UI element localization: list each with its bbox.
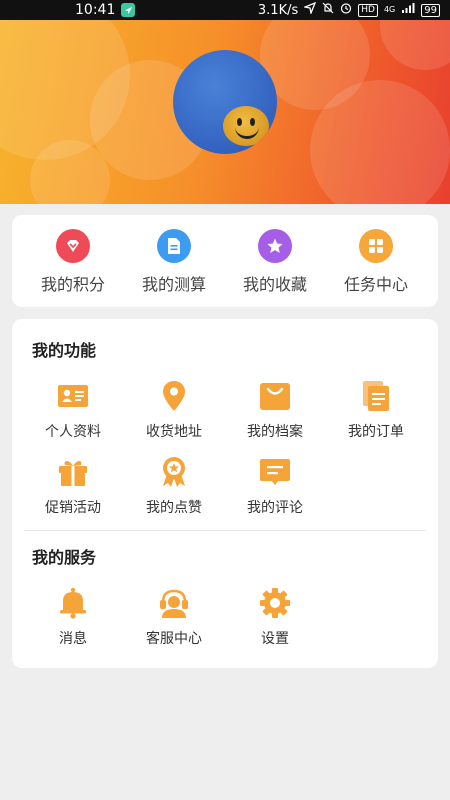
- comment-icon: [258, 455, 292, 489]
- star-icon: [258, 229, 292, 263]
- quick-label: 我的测算: [141, 275, 206, 294]
- function-item-comments[interactable]: 我的评论: [225, 455, 325, 517]
- status-time: 10:41: [75, 2, 116, 18]
- headset-icon: [157, 586, 191, 620]
- network-speed: 3.1K/s: [257, 2, 299, 18]
- profile-header: [0, 20, 450, 204]
- section-divider: [24, 530, 426, 531]
- service-label: 消息: [59, 631, 87, 647]
- service-item-messages[interactable]: 消息: [23, 586, 123, 648]
- quick-label: 我的收藏: [242, 275, 307, 294]
- award-ribbon-icon: [157, 455, 191, 489]
- header-bokeh: [310, 80, 450, 204]
- status-bar: 10:41 3.1K/s HD 4G 99: [0, 0, 450, 20]
- function-item-address[interactable]: 收货地址: [124, 379, 224, 441]
- function-item-orders[interactable]: 我的订单: [326, 379, 426, 441]
- quick-label: 我的积分: [40, 275, 105, 294]
- gift-icon: [56, 455, 90, 489]
- function-label: 我的订单: [348, 424, 404, 440]
- function-item-profile[interactable]: 个人资料: [23, 379, 123, 441]
- battery-indicator: 99: [421, 3, 440, 17]
- shopping-bag-icon: [258, 379, 292, 413]
- bell-icon: [56, 586, 90, 620]
- function-label: 收货地址: [146, 424, 202, 440]
- header-bokeh: [380, 20, 450, 70]
- function-label: 我的点赞: [146, 500, 202, 516]
- navigation-icon: [121, 3, 136, 17]
- service-item-settings[interactable]: 设置: [225, 586, 325, 648]
- function-item-archive[interactable]: 我的档案: [225, 379, 325, 441]
- quick-item-task-center[interactable]: 任务中心: [326, 229, 426, 295]
- quick-label: 任务中心: [343, 275, 408, 294]
- quick-item-favorites[interactable]: 我的收藏: [225, 229, 325, 295]
- signal-icon: [401, 2, 415, 18]
- documents-icon: [359, 379, 393, 413]
- quick-item-calculation[interactable]: 我的测算: [124, 229, 224, 295]
- function-label: 个人资料: [45, 424, 101, 440]
- smiley-icon: [223, 106, 269, 146]
- location-arrow-icon: [302, 1, 317, 18]
- grid-icon: [359, 229, 393, 263]
- quick-item-points[interactable]: 我的积分: [23, 229, 123, 295]
- document-icon: [157, 229, 191, 263]
- service-label: 客服中心: [146, 631, 202, 647]
- network-type: 4G: [383, 5, 396, 14]
- service-label: 设置: [261, 631, 289, 647]
- location-pin-icon: [157, 379, 191, 413]
- functions-card: 我的功能 个人资料 收货地址 我的档案 我的订单 促销活动 我的点赞 我的评论 …: [12, 319, 438, 668]
- services-title: 我的服务: [32, 548, 97, 567]
- function-label: 我的档案: [247, 424, 303, 440]
- mute-bell-icon: [322, 2, 334, 18]
- functions-title: 我的功能: [32, 341, 97, 360]
- function-label: 我的评论: [247, 500, 303, 516]
- avatar[interactable]: [173, 50, 277, 154]
- function-label: 促销活动: [45, 500, 101, 516]
- id-card-icon: [56, 379, 90, 413]
- alarm-icon: [340, 2, 352, 18]
- hd-badge: HD: [358, 3, 378, 17]
- function-item-likes[interactable]: 我的点赞: [124, 455, 224, 517]
- function-item-promotions[interactable]: 促销活动: [23, 455, 123, 517]
- service-item-customer-service[interactable]: 客服中心: [124, 586, 224, 648]
- points-icon: [56, 229, 90, 263]
- settings-icon: [258, 586, 292, 620]
- quick-actions-card: 我的积分 我的测算 我的收藏 任务中心: [12, 215, 438, 307]
